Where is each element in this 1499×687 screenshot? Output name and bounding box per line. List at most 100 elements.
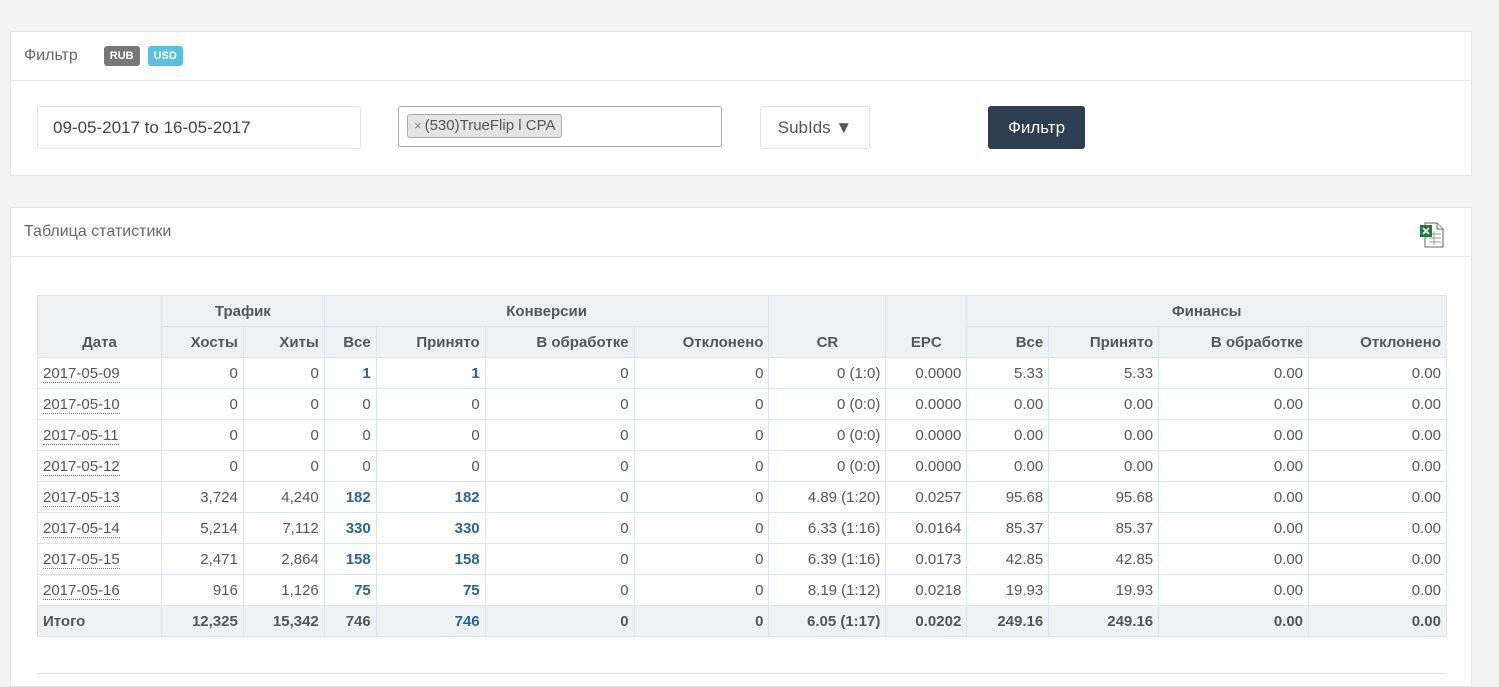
col-conv-all[interactable]: Все <box>323 326 377 358</box>
table-row: 2017-05-15 2,471 2,864 158 158 0 0 6.39 (1:16) 0… <box>37 543 1447 575</box>
currency-rub-badge[interactable]: RUB <box>103 46 140 66</box>
row-fin-all-cell: 95.68 <box>966 481 1050 513</box>
row-cr-cell: 8.19 (1:12) <box>768 574 887 606</box>
row-fin-all-cell: 0.00 <box>966 388 1050 420</box>
table-row: 2017-05-12 0 0 0 0 0 0 0 (0:0) 0.0000 0.00 0.00 0.0… <box>37 450 1447 482</box>
filter-button[interactable]: Фильтр <box>988 106 1085 149</box>
row-fin-pending-cell: 0.00 <box>1158 574 1310 606</box>
row-conv-accepted-cell: 1 <box>375 357 486 389</box>
total-epc: 0.0202 <box>885 605 968 637</box>
row-fin-accepted-cell: 85.37 <box>1048 512 1160 544</box>
subids-dropdown[interactable]: SubIds ▼ <box>760 106 870 149</box>
col-fin-pending[interactable]: В обработке <box>1158 326 1310 358</box>
row-hits-cell: 0 <box>242 450 325 482</box>
table-row: 2017-05-13 3,724 4,240 182 182 0 0 4.89 (1:20) 0… <box>37 481 1447 513</box>
stats-body: 2017-05-09 0 0 1 1 0 0 0 (1:0) 0.0000 5.33 5.33 0.0… <box>37 357 1447 606</box>
row-fin-all-cell: 85.37 <box>966 512 1050 544</box>
row-epc-cell: 0.0000 <box>885 357 968 389</box>
col-conv-accepted[interactable]: Принято <box>375 326 486 358</box>
row-cr-cell: 0 (1:0) <box>768 357 887 389</box>
row-fin-rejected-cell: 0.00 <box>1308 512 1447 544</box>
row-fin-accepted-cell: 0.00 <box>1048 450 1160 482</box>
col-conv-pending[interactable]: В обработке <box>484 326 635 358</box>
excel-export-icon[interactable] <box>1419 222 1445 248</box>
row-conv-accepted-link[interactable]: 182 <box>455 489 480 506</box>
row-cr-cell: 0 (0:0) <box>768 450 887 482</box>
row-hosts-cell: 5,214 <box>160 512 244 544</box>
row-hosts-cell: 0 <box>160 419 244 451</box>
table-row: 2017-05-14 5,214 7,112 330 330 0 0 6.33 (1:16) 0… <box>37 512 1447 544</box>
col-cr[interactable]: CR <box>768 295 887 358</box>
row-conv-rejected-cell: 0 <box>633 574 770 606</box>
table-row: 2017-05-09 0 0 1 1 0 0 0 (1:0) 0.0000 5.33 5.33 0.0… <box>37 357 1447 389</box>
row-date-cell: 2017-05-11 <box>37 419 162 451</box>
row-conv-accepted-cell: 0 <box>375 419 486 451</box>
row-fin-pending-cell: 0.00 <box>1158 357 1310 389</box>
row-conv-accepted-link[interactable]: 330 <box>455 520 480 537</box>
group-conversions: Конверсии <box>323 295 770 327</box>
stats-title: Таблица статистики <box>24 223 172 240</box>
row-hosts-cell: 0 <box>160 388 244 420</box>
col-fin-rejected[interactable]: Отклонено <box>1308 326 1447 358</box>
row-conv-all-link[interactable]: 158 <box>346 551 371 568</box>
row-fin-pending-cell: 0.00 <box>1158 450 1310 482</box>
row-date-link[interactable]: 2017-05-15 <box>43 550 120 569</box>
row-conv-accepted-cell: 0 <box>375 450 486 482</box>
row-fin-pending-cell: 0.00 <box>1158 481 1310 513</box>
col-fin-all[interactable]: Все <box>966 326 1050 358</box>
row-fin-pending-cell: 0.00 <box>1158 512 1310 544</box>
row-fin-all-cell: 0.00 <box>966 419 1050 451</box>
col-date[interactable]: Дата <box>37 295 162 358</box>
row-date-cell: 2017-05-10 <box>37 388 162 420</box>
row-date-cell: 2017-05-09 <box>37 357 162 389</box>
group-header-row: Дата Трафик Конверсии CR EPC Финансы <box>37 295 1447 358</box>
row-fin-rejected-cell: 0.00 <box>1308 574 1447 606</box>
total-conv-accepted-link[interactable]: 746 <box>455 613 480 630</box>
remove-tag-icon[interactable]: × <box>414 118 422 133</box>
row-date-link[interactable]: 2017-05-14 <box>43 519 120 538</box>
row-hosts-cell: 0 <box>160 450 244 482</box>
col-hosts[interactable]: Хосты <box>160 326 244 358</box>
total-fin-rejected: 0.00 <box>1308 605 1447 637</box>
row-conv-all-link[interactable]: 1 <box>362 365 370 382</box>
row-fin-rejected-cell: 0.00 <box>1308 419 1447 451</box>
row-hits-cell: 7,112 <box>242 512 325 544</box>
col-conv-rejected[interactable]: Отклонено <box>633 326 770 358</box>
row-conv-accepted-cell: 330 <box>375 512 486 544</box>
row-fin-pending-cell: 0.00 <box>1158 388 1310 420</box>
col-hits[interactable]: Хиты <box>242 326 325 358</box>
row-date-link[interactable]: 2017-05-11 <box>43 426 119 445</box>
offer-tag: × (530)TrueFlip l CPA <box>407 114 563 138</box>
table-row: 2017-05-10 0 0 0 0 0 0 0 (0:0) 0.0000 0.00 0.00 0.0… <box>37 388 1447 420</box>
offer-tag-label: (530)TrueFlip l CPA <box>424 117 556 134</box>
row-fin-rejected-cell: 0.00 <box>1308 481 1447 513</box>
row-cr-cell: 4.89 (1:20) <box>768 481 887 513</box>
stats-panel: Таблица статистики Дата Трафик Конверсии… <box>10 207 1472 687</box>
filter-header: Фильтр RUB USD <box>11 32 1471 81</box>
row-date-link[interactable]: 2017-05-10 <box>43 395 120 414</box>
divider <box>37 673 1447 674</box>
date-range-input[interactable]: 09-05-2017 to 16-05-2017 <box>37 106 361 149</box>
offer-select[interactable]: × (530)TrueFlip l CPA <box>398 106 722 147</box>
row-date-link[interactable]: 2017-05-12 <box>43 457 120 476</box>
row-date-link[interactable]: 2017-05-16 <box>43 581 120 600</box>
row-conv-all-link[interactable]: 330 <box>346 520 371 537</box>
row-conv-accepted-link[interactable]: 1 <box>471 365 479 382</box>
col-epc[interactable]: EPC <box>885 295 968 358</box>
row-cr-cell: 6.33 (1:16) <box>768 512 887 544</box>
currency-usd-badge[interactable]: USD <box>147 46 183 66</box>
row-conv-all-link[interactable]: 75 <box>354 582 371 599</box>
row-date-link[interactable]: 2017-05-09 <box>43 364 120 383</box>
row-conv-pending-cell: 0 <box>484 388 635 420</box>
row-fin-all-cell: 19.93 <box>966 574 1050 606</box>
stats-table: Дата Трафик Конверсии CR EPC Финансы Хос… <box>37 295 1447 637</box>
row-epc-cell: 0.0000 <box>885 450 968 482</box>
col-fin-accepted[interactable]: Принято <box>1048 326 1160 358</box>
row-date-link[interactable]: 2017-05-13 <box>43 488 120 507</box>
row-conv-rejected-cell: 0 <box>633 512 770 544</box>
row-conv-all-link[interactable]: 182 <box>346 489 371 506</box>
row-conv-accepted-link[interactable]: 75 <box>463 582 480 599</box>
total-conv-accepted: 746 <box>375 605 486 637</box>
row-fin-pending-cell: 0.00 <box>1158 543 1310 575</box>
row-conv-accepted-link[interactable]: 158 <box>455 551 480 568</box>
